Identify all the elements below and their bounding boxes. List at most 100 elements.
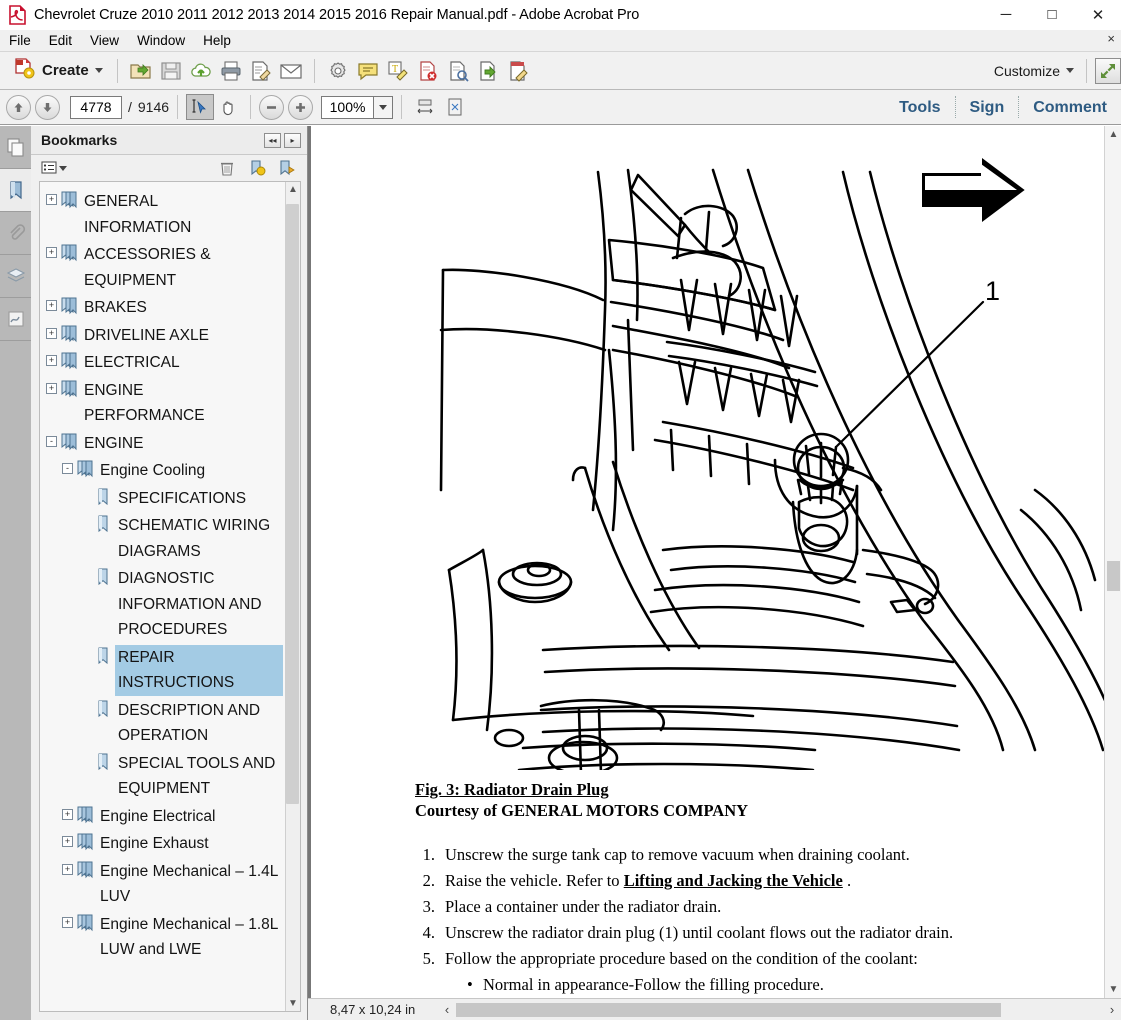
bookmark-label[interactable]: ENGINE PERFORMANCE xyxy=(81,378,267,429)
hand-tool-button[interactable] xyxy=(214,94,242,120)
expand-node-icon[interactable]: + xyxy=(46,247,57,258)
previous-page-button[interactable] xyxy=(6,94,31,120)
customize-button[interactable]: Customize xyxy=(994,63,1078,79)
bookmark-item[interactable]: SPECIAL TOOLS AND EQUIPMENT xyxy=(42,750,283,803)
expand-node-icon[interactable]: + xyxy=(46,327,57,339)
bookmark-label[interactable]: Engine Exhaust xyxy=(97,831,212,857)
horizontal-scroll-thumb[interactable] xyxy=(456,1002,1001,1017)
bookmark-item[interactable]: + Engine Exhaust xyxy=(42,830,283,858)
bookmark-item[interactable]: - ENGINE xyxy=(42,430,283,458)
zoom-dropdown-button[interactable] xyxy=(373,95,394,119)
bookmark-item[interactable]: REPAIR INSTRUCTIONS xyxy=(42,644,283,697)
bookmark-item[interactable]: SCHEMATIC WIRING DIAGRAMS xyxy=(42,512,283,565)
tools-tab[interactable]: Tools xyxy=(885,91,954,124)
expand-node-icon[interactable]: + xyxy=(62,808,73,820)
doc-scroll-thumb[interactable] xyxy=(1107,561,1120,591)
scroll-down-icon[interactable]: ▼ xyxy=(288,996,298,1011)
expand-node-icon[interactable]: + xyxy=(62,836,73,847)
export-document-icon[interactable] xyxy=(473,56,503,86)
bookmark-item[interactable]: + DRIVELINE AXLE xyxy=(42,322,283,350)
attachments-icon[interactable] xyxy=(0,212,31,255)
bookmark-label[interactable]: ELECTRICAL xyxy=(81,350,183,376)
menu-help[interactable]: Help xyxy=(194,30,240,52)
hscroll-right-icon[interactable]: › xyxy=(1103,1002,1121,1017)
next-page-button[interactable] xyxy=(35,94,60,120)
chevron-down-icon-4[interactable] xyxy=(59,165,67,171)
zoom-level-input[interactable]: 100% xyxy=(321,95,374,119)
bookmark-item[interactable]: + GENERAL INFORMATION xyxy=(42,188,283,241)
bookmark-label[interactable]: SPECIFICATIONS xyxy=(115,486,249,512)
menu-window[interactable]: Window xyxy=(128,30,194,52)
menubar-close-icon[interactable]: × xyxy=(1107,32,1115,46)
bookmark-item[interactable]: - Engine Cooling xyxy=(42,457,283,485)
doc-scroll-down-icon[interactable]: ▼ xyxy=(1105,981,1121,998)
bookmarks-scroll-thumb[interactable] xyxy=(286,204,299,804)
doc-scroll-up-icon[interactable]: ▲ xyxy=(1105,126,1121,143)
bookmark-item[interactable]: + ELECTRICAL xyxy=(42,349,283,377)
bookmark-item[interactable]: SPECIFICATIONS xyxy=(42,485,283,513)
expand-node-icon[interactable]: + xyxy=(46,382,57,394)
bookmark-label[interactable]: ACCESSORIES & EQUIPMENT xyxy=(81,242,267,293)
scroll-up-icon[interactable]: ▲ xyxy=(288,182,298,197)
zoom-in-button[interactable] xyxy=(288,94,314,120)
sign-document-icon[interactable] xyxy=(246,56,276,86)
bookmark-item[interactable]: DIAGNOSTIC INFORMATION AND PROCEDURES xyxy=(42,565,283,644)
create-button[interactable]: Create xyxy=(6,54,109,87)
collapse-node-icon[interactable]: - xyxy=(46,435,57,447)
fullscreen-toggle-icon[interactable] xyxy=(1095,57,1121,84)
bookmark-item[interactable]: + Engine Mechanical – 1.4L LUV xyxy=(42,858,283,911)
expand-node-icon[interactable]: + xyxy=(46,300,57,311)
trash-icon[interactable] xyxy=(215,157,239,179)
bookmark-item[interactable]: + Engine Mechanical – 1.8L LUW and LWE xyxy=(42,911,283,964)
bookmark-label[interactable]: SCHEMATIC WIRING DIAGRAMS xyxy=(115,513,283,564)
bookmark-item[interactable]: + BRAKES xyxy=(42,294,283,322)
comment-tab[interactable]: Comment xyxy=(1019,91,1121,124)
bookmark-label[interactable]: Engine Electrical xyxy=(97,804,218,830)
bookmark-item[interactable]: DESCRIPTION AND OPERATION xyxy=(42,697,283,750)
highlight-text-icon[interactable]: T xyxy=(383,56,413,86)
document-vertical-scrollbar[interactable]: ▲ ▼ xyxy=(1104,126,1121,998)
bookmark-label[interactable]: DIAGNOSTIC INFORMATION AND PROCEDURES xyxy=(115,566,283,643)
bookmark-label[interactable]: DRIVELINE AXLE xyxy=(81,323,212,349)
goto-bookmark-icon[interactable] xyxy=(275,157,299,179)
zoom-out-button[interactable] xyxy=(259,94,285,120)
comment-bubble-icon[interactable] xyxy=(353,56,383,86)
bookmark-label[interactable]: Engine Cooling xyxy=(97,458,208,484)
expand-panel-button[interactable]: ▸ xyxy=(284,132,301,148)
bookmark-label[interactable]: SPECIAL TOOLS AND EQUIPMENT xyxy=(115,751,283,802)
step-link[interactable]: Lifting and Jacking the Vehicle xyxy=(624,871,843,890)
bookmarks-tree[interactable]: + GENERAL INFORMATION + ACCESSORIES & EQUIP… xyxy=(40,182,285,1011)
page-number-input[interactable]: 4778 xyxy=(70,95,122,119)
bookmark-label[interactable]: REPAIR INSTRUCTIONS xyxy=(115,644,283,696)
layers-icon[interactable] xyxy=(0,255,31,298)
expand-node-icon[interactable]: + xyxy=(62,916,73,928)
collapse-node-icon[interactable]: - xyxy=(62,463,73,474)
edit-document-icon[interactable] xyxy=(503,56,533,86)
save-icon[interactable] xyxy=(156,56,186,86)
bookmark-label[interactable]: DESCRIPTION AND OPERATION xyxy=(115,698,283,749)
bookmark-label[interactable]: GENERAL INFORMATION xyxy=(81,189,267,240)
maximize-button[interactable]: □ xyxy=(1029,0,1075,30)
bookmark-item[interactable]: + Engine Electrical xyxy=(42,803,283,831)
bookmark-item[interactable]: + ENGINE PERFORMANCE xyxy=(42,377,283,430)
bookmark-item[interactable]: + ACCESSORIES & EQUIPMENT xyxy=(42,241,283,294)
delete-page-icon[interactable] xyxy=(413,56,443,86)
email-icon[interactable] xyxy=(276,56,306,86)
menu-view[interactable]: View xyxy=(81,30,128,52)
horizontal-scrollbar-track[interactable] xyxy=(456,1002,1103,1017)
open-file-icon[interactable] xyxy=(126,56,156,86)
expand-node-icon[interactable]: + xyxy=(46,194,57,205)
bookmark-label[interactable]: Engine Mechanical – 1.8L LUW and LWE xyxy=(97,912,283,963)
select-tool-button[interactable] xyxy=(186,94,215,120)
page-thumbnails-icon[interactable] xyxy=(0,126,31,169)
hscroll-left-icon[interactable]: ‹ xyxy=(438,1002,456,1017)
menu-file[interactable]: File xyxy=(0,30,40,52)
close-button[interactable]: ✕ xyxy=(1075,0,1121,30)
print-icon[interactable] xyxy=(216,56,246,86)
menu-edit[interactable]: Edit xyxy=(40,30,81,52)
gear-icon[interactable] xyxy=(323,56,353,86)
fit-page-icon[interactable] xyxy=(440,92,470,122)
bookmark-label[interactable]: Engine Mechanical – 1.4L LUV xyxy=(97,859,283,910)
minimize-button[interactable]: ─ xyxy=(983,0,1029,30)
new-bookmark-icon[interactable] xyxy=(245,157,269,179)
